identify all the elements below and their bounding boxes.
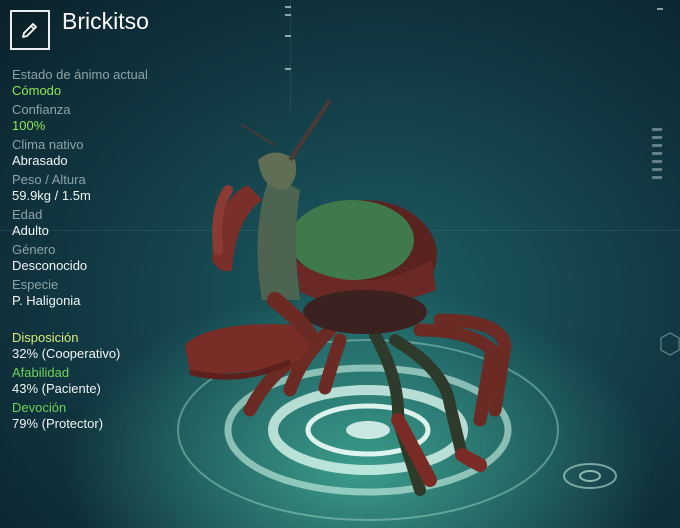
stat-label: Especie [12,277,59,292]
traits-panel: Disposición 32% (Cooperativo) Afabilidad… [12,330,212,435]
trait-disposition: Disposición 32% (Cooperativo) [12,330,212,362]
stat-age: Edad Adulto [12,207,212,239]
stat-value: Desconocido [12,258,88,273]
pencil-icon [22,23,37,38]
stats-panel: Estado de ánimo actual Cómodo Confianza … [12,67,212,312]
stat-value: 59.9kg / 1.5m [12,188,91,203]
stat-gender: Género Desconocido [12,242,212,274]
stat-label: Estado de ánimo actual [12,67,148,82]
stat-trust: Confianza 100% [12,102,212,134]
trait-label: Devoción [12,400,67,415]
stat-label: Confianza [12,102,71,117]
stat-value: Abrasado [12,153,68,168]
stat-mood: Estado de ánimo actual Cómodo [12,67,212,99]
stat-value: P. Haligonia [12,293,81,308]
stat-label: Peso / Altura [12,172,86,187]
trait-value: 79% (Protector) [12,416,104,431]
trait-devotion: Devoción 79% (Protector) [12,400,212,432]
stat-label: Género [12,242,56,257]
creature-name: Brickitso [62,8,149,34]
trait-value: 32% (Cooperativo) [12,346,121,361]
stat-weight-height: Peso / Altura 59.9kg / 1.5m [12,172,212,204]
stat-value: Adulto [12,223,49,238]
stat-value: 100% [12,118,46,133]
stat-species: Especie P. Haligonia [12,277,212,309]
stat-climate: Clima nativo Abrasado [12,137,212,169]
trait-label: Afabilidad [12,365,70,380]
trait-value: 43% (Paciente) [12,381,101,396]
stat-label: Clima nativo [12,137,84,152]
stat-label: Edad [12,207,43,222]
trait-affability: Afabilidad 43% (Paciente) [12,365,212,397]
trait-label: Disposición [12,330,79,345]
stat-value: Cómodo [12,83,62,98]
edit-name-button[interactable] [10,10,50,50]
